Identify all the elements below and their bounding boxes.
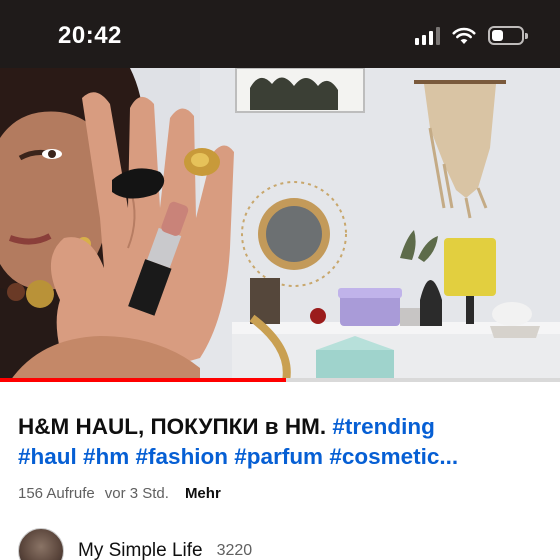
- subscriber-count: 3220: [216, 542, 253, 559]
- hashtag-line-1[interactable]: #trending: [332, 414, 435, 439]
- view-count: 156 Aufrufe: [18, 485, 95, 502]
- video-title[interactable]: H&M HAUL, ПОКУПКИ в НМ. #trending #haul …: [18, 412, 542, 472]
- video-info-panel: H&M HAUL, ПОКУПКИ в НМ. #trending #haul …: [0, 382, 560, 560]
- status-time: 20:42: [58, 22, 122, 49]
- hashtag-line-2[interactable]: #haul #hm #fashion #parfum #cosmetic...: [18, 444, 458, 469]
- channel-avatar[interactable]: [18, 528, 64, 560]
- video-meta: 156 Aufrufe vor 3 Std. Mehr: [18, 485, 221, 502]
- status-icons: [415, 26, 528, 45]
- more-button[interactable]: Mehr: [185, 485, 221, 502]
- video-frame: [0, 68, 560, 381]
- status-bar: 20:42: [0, 0, 560, 68]
- channel-name[interactable]: My Simple Life: [78, 540, 203, 560]
- cellular-signal-icon: [415, 26, 440, 45]
- video-title-text: H&M HAUL, ПОКУПКИ в НМ.: [18, 414, 327, 439]
- channel-row[interactable]: My Simple Life 3220: [18, 528, 252, 560]
- battery-icon: [488, 26, 528, 45]
- wifi-icon: [452, 27, 476, 44]
- upload-age: vor 3 Std.: [104, 485, 169, 502]
- video-player[interactable]: [0, 68, 560, 381]
